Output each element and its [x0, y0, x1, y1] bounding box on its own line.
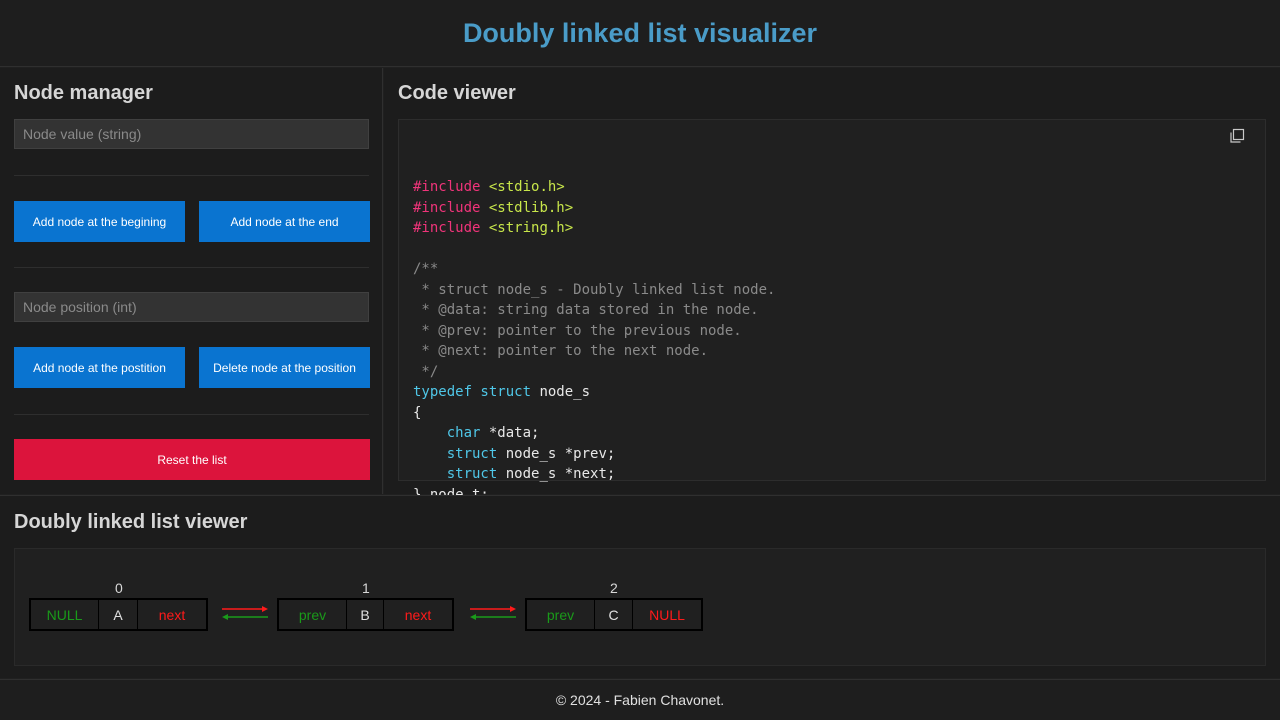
list-viewer-panel: Doubly linked list viewer 0 NULL A next … — [0, 495, 1280, 678]
add-node-position-button[interactable]: Add node at the postition — [14, 347, 185, 388]
node-index: 0 — [115, 580, 123, 596]
double-link-arrows-icon — [222, 606, 268, 620]
node-value-cell: C — [595, 600, 633, 629]
add-node-beginning-button[interactable]: Add node at the begining — [14, 201, 185, 242]
divider — [14, 175, 369, 176]
code-line: * @next: pointer to the next node. — [413, 343, 709, 359]
code-token: struct — [446, 445, 498, 462]
list-viewer-title: Doubly linked list viewer — [14, 511, 248, 533]
double-link-arrows-icon — [470, 606, 516, 620]
code-token: struct — [446, 466, 498, 482]
code-line: struct node_s *next; — [446, 466, 616, 482]
app-header: Doubly linked list visualizer — [0, 0, 1280, 67]
code-line: #include <string.h> — [413, 218, 1251, 239]
node-value-input[interactable] — [14, 119, 369, 149]
code-line: * @prev: pointer to the previous node. — [413, 322, 742, 339]
node-next-cell: next — [404, 606, 432, 623]
code-line: * @data: string data stored in the node. — [413, 302, 759, 318]
code-token: <stdlib.h> — [488, 199, 574, 216]
code-token: char — [446, 425, 481, 441]
code-token: <string.h> — [488, 220, 574, 236]
node-prev-cell: prev — [527, 600, 595, 629]
footer: © 2024 - Fabien Chavonet. — [0, 679, 1280, 720]
code-line: typedef struct node_s — [413, 384, 591, 400]
divider — [14, 267, 369, 268]
list-node[interactable]: prev B next — [277, 598, 454, 631]
code-line: /** — [413, 261, 439, 277]
node-manager-panel: Node manager Add node at the begining Ad… — [0, 68, 383, 494]
code-token: #include — [413, 220, 481, 236]
code-line: struct node_s *prev; — [446, 445, 616, 462]
node-next-cell: next — [158, 606, 186, 623]
divider — [14, 414, 369, 415]
code-token: typedef struct — [413, 384, 532, 400]
node-value-cell: B — [347, 600, 384, 629]
add-node-end-button[interactable]: Add node at the end — [199, 201, 370, 242]
node-position-input[interactable] — [14, 292, 369, 322]
code-line: { — [413, 404, 422, 421]
code-token: <stdio.h> — [488, 179, 565, 195]
node-index: 2 — [610, 580, 618, 596]
code-token: #include — [413, 179, 481, 195]
code-line: * struct node_s - Doubly linked list nod… — [413, 281, 776, 298]
page-title: Doubly linked list visualizer — [462, 17, 818, 48]
reset-list-button[interactable]: Reset the list — [14, 439, 370, 480]
code-token: #include — [413, 199, 481, 216]
node-manager-title: Node manager — [14, 82, 153, 104]
code-viewer-title: Code viewer — [398, 82, 516, 104]
node-prev-cell: NULL — [31, 600, 99, 629]
code-line: #include <stdlib.h> — [413, 198, 1251, 219]
code-line: char *data; — [446, 425, 540, 441]
list-node[interactable]: prev C NULL — [525, 598, 703, 631]
list-node[interactable]: NULL A next — [29, 598, 208, 631]
delete-node-position-button[interactable]: Delete node at the position — [199, 347, 370, 388]
node-index: 1 — [362, 580, 370, 596]
code-line: */ — [413, 363, 439, 380]
node-prev-cell: prev — [279, 600, 347, 629]
node-next-cell: NULL — [649, 606, 685, 623]
copy-icon[interactable] — [1229, 128, 1245, 144]
node-value-cell: A — [99, 600, 138, 629]
copyright-text: © 2024 - Fabien Chavonet. — [555, 692, 725, 708]
code-viewer-panel: Code viewer #include <stdio.h> #include <… — [384, 68, 1280, 503]
code-line: #include <stdio.h> — [413, 177, 1251, 198]
list-canvas: 0 NULL A next 1 prev B next 2 prev C NUL… — [14, 548, 1266, 666]
code-block: #include <stdio.h> #include <stdlib.h> #in… — [398, 119, 1266, 503]
